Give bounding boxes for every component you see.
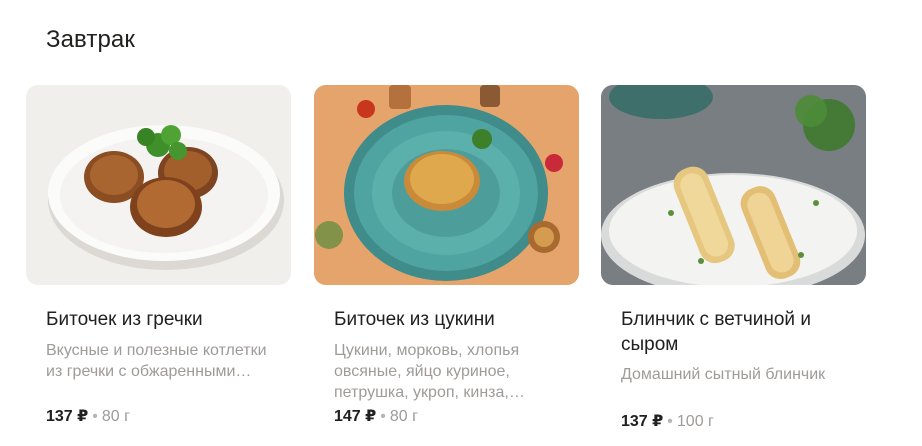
separator-dot: • <box>667 413 673 430</box>
price-row: 147 ₽ • 80 г <box>334 407 418 427</box>
dish-photo-buckwheat-patties[interactable] <box>26 85 291 285</box>
dish-description: Домашний сытный блинчик <box>621 366 826 383</box>
zucchini-patty-photo <box>314 85 579 285</box>
dish-weight: 80 г <box>389 408 418 425</box>
dish-price: 147 ₽ <box>334 408 377 425</box>
menu-item-card[interactable]: Биточек из гречки Вкусные и полезные кот… <box>26 85 291 440</box>
dish-description: Вкусные и полезные котлетки из гречки с … <box>46 342 267 380</box>
dish-weight: 100 г <box>676 413 714 430</box>
dish-name: Биточек из цукини <box>334 309 495 330</box>
buckwheat-patties-photo <box>26 85 291 285</box>
dish-description: Цукини, морковь, хлопья овсяные, яйцо ку… <box>334 342 525 401</box>
section-title: Завтрак <box>46 26 135 53</box>
separator-dot: • <box>92 408 98 425</box>
dish-photo-ham-cheese-crepe[interactable] <box>601 85 866 285</box>
dish-name: Блинчик с ветчиной и сыром <box>621 309 811 355</box>
menu-item-card[interactable]: Биточек из цукини Цукини, морковь, хлопь… <box>314 85 579 440</box>
separator-dot: • <box>380 408 386 425</box>
menu-item-card[interactable]: Блинчик с ветчиной и сыром Домашний сытн… <box>601 85 866 440</box>
dish-name: Биточек из гречки <box>46 309 203 330</box>
ham-cheese-crepe-photo <box>601 85 866 285</box>
dish-photo-zucchini-patty[interactable] <box>314 85 579 285</box>
dish-weight: 80 г <box>101 408 130 425</box>
price-row: 137 ₽ • 80 г <box>46 407 130 427</box>
dish-price: 137 ₽ <box>621 413 664 430</box>
dish-price: 137 ₽ <box>46 408 89 425</box>
price-row: 137 ₽ • 100 г <box>621 412 714 432</box>
